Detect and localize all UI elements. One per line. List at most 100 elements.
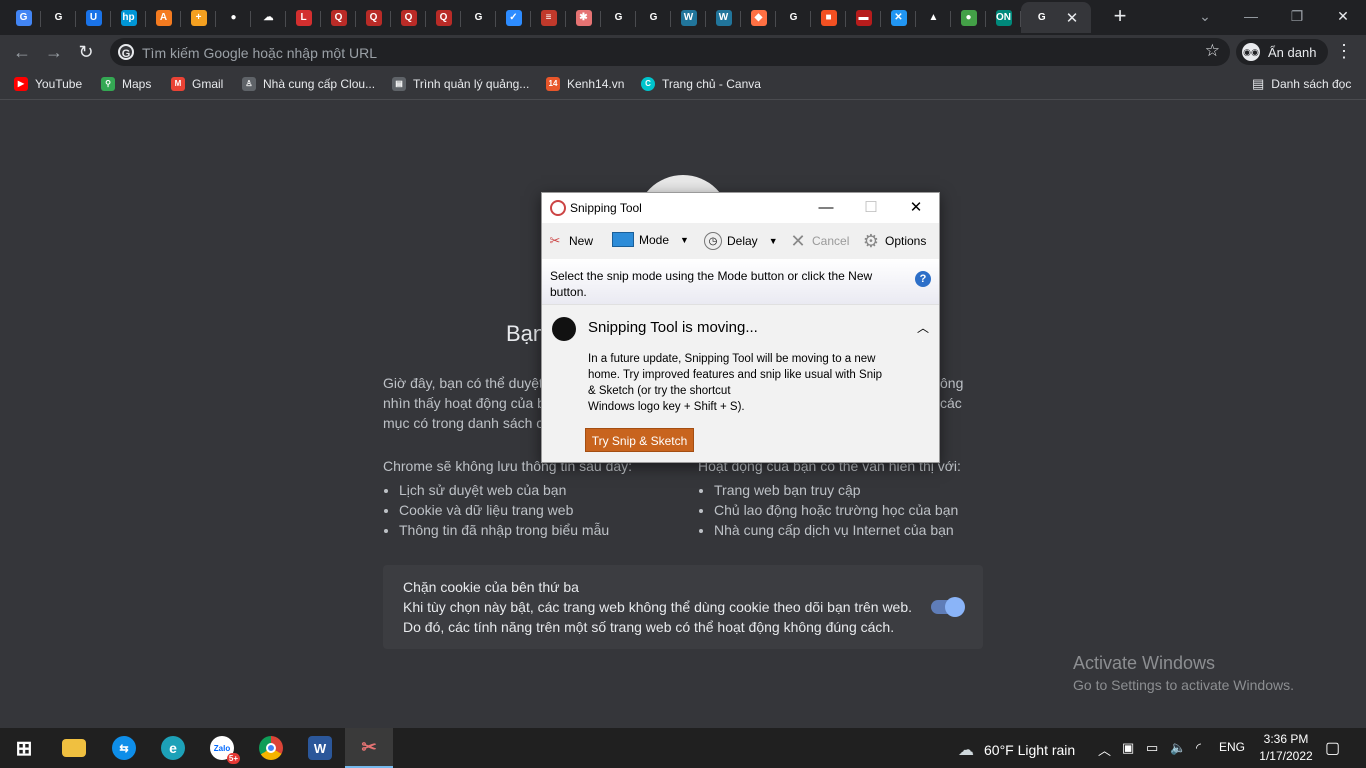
scissors-icon: ✂ — [549, 233, 561, 248]
close-tab-icon[interactable]: ✕ — [1066, 9, 1079, 27]
bookmark-gmail[interactable]: M Gmail — [171, 75, 223, 93]
tab[interactable]: G — [776, 2, 811, 33]
edge-button[interactable]: e — [149, 728, 197, 768]
q-icon: Q — [330, 9, 347, 26]
tab[interactable]: ▬ — [846, 2, 881, 33]
window-title: Snipping Tool — [570, 201, 642, 215]
reading-list-button[interactable]: ▤ Danh sách đọc — [1252, 75, 1351, 93]
tab[interactable]: ON — [986, 2, 1021, 33]
google-icon: G — [54, 12, 63, 23]
close-window-button[interactable]: ✕ — [1320, 4, 1366, 28]
maximize-button[interactable]: ☐ — [849, 196, 893, 220]
tab[interactable]: ■ — [811, 2, 846, 33]
bookmark-kenh14[interactable]: 14 Kenh14.vn — [546, 75, 624, 93]
chevron-up-icon[interactable]: ︿ — [917, 319, 929, 336]
notification-badge: 5+ — [226, 753, 240, 764]
moving-title: Snipping Tool is moving... — [588, 319, 758, 336]
weather-widget[interactable]: ☁ 60°F Light rain — [958, 740, 1075, 760]
bookmark-ads-manager[interactable]: ▤ Trình quản lý quảng... — [392, 75, 529, 93]
word-button[interactable]: W — [296, 728, 344, 768]
cookie-description: Khi tùy chọn này bật, các trang web khôn… — [403, 599, 913, 615]
minimize-button[interactable]: — — [804, 196, 848, 220]
tab[interactable]: Q — [356, 2, 391, 33]
back-icon[interactable]: ← — [8, 39, 36, 65]
clock-date[interactable]: 1/17/2022 — [1254, 749, 1318, 763]
notification-center-icon[interactable]: ▢ — [1325, 738, 1340, 758]
intro-text: Giờ đây, bạn có thể duyệt nhìn thấy hoạt… — [383, 375, 545, 431]
tab[interactable]: U — [76, 2, 111, 33]
tab[interactable]: hp — [111, 2, 146, 33]
tab[interactable]: G — [636, 2, 671, 33]
chevron-up-icon[interactable]: ︿ — [1098, 740, 1111, 759]
teamviewer-button[interactable]: ⇆ — [100, 728, 148, 768]
tab[interactable]: W — [671, 2, 706, 33]
zalo-button[interactable]: Zalo 5+ — [198, 728, 246, 768]
wordpress-icon: W — [715, 9, 732, 26]
clock-time[interactable]: 3:36 PM — [1260, 732, 1312, 746]
meet-now-icon[interactable]: ▣ — [1122, 740, 1134, 756]
may-be-visible-list: Trang web bạn truy cập Chủ lao động hoặc… — [698, 480, 958, 540]
chevron-down-icon[interactable]: ▼ — [769, 236, 778, 246]
bookmark-cloud-provider[interactable]: ♙ Nhà cung cấp Clou... — [242, 75, 375, 93]
wifi-icon[interactable]: ◜ — [1196, 740, 1201, 756]
file-explorer-button[interactable] — [50, 728, 98, 768]
tab[interactable]: ● — [216, 2, 251, 33]
minimize-button[interactable]: — — [1228, 4, 1274, 28]
bookmark-maps[interactable]: ⚲ Maps — [101, 75, 151, 93]
edge-icon: e — [161, 736, 185, 760]
tab[interactable]: G — [41, 2, 76, 33]
tab[interactable]: Q — [391, 2, 426, 33]
red-bar-icon: ▬ — [855, 9, 872, 26]
tab[interactable]: G — [6, 2, 41, 33]
tab[interactable]: ☁ — [251, 2, 286, 33]
address-bar[interactable]: G Tìm kiếm Google hoặc nhập một URL ☆ — [110, 38, 1230, 66]
chevron-down-icon[interactable]: ▼ — [680, 235, 689, 245]
tab[interactable]: G — [601, 2, 636, 33]
snipping-tool-titlebar[interactable]: Snipping Tool — ☐ ✕ — [542, 193, 939, 223]
incognito-badge[interactable]: ◉◉ Ẩn danh — [1236, 39, 1328, 65]
menu-icon[interactable]: ⋮ — [1334, 41, 1354, 62]
tab[interactable]: ▲ — [916, 2, 951, 33]
bookmark-youtube[interactable]: ▶ YouTube — [14, 75, 82, 93]
volume-icon[interactable]: 🔈 — [1170, 740, 1186, 756]
person-green-icon: ● — [960, 9, 977, 26]
block-cookies-toggle[interactable] — [931, 597, 965, 617]
intro-text-right: ông các — [940, 375, 964, 411]
new-snip-button[interactable]: ✂ New — [546, 232, 593, 250]
mode-button[interactable]: Mode ▼ — [612, 232, 689, 247]
tab[interactable]: Q — [321, 2, 356, 33]
bookmark-canva[interactable]: C Trang chủ - Canva — [641, 75, 761, 93]
start-button[interactable]: ⊞ — [0, 728, 48, 768]
tab[interactable]: ◆ — [741, 2, 776, 33]
restore-button[interactable]: ❐ — [1274, 4, 1320, 28]
reload-icon[interactable]: ↻ — [72, 39, 100, 65]
tab[interactable]: W — [706, 2, 741, 33]
tab[interactable]: Q — [426, 2, 461, 33]
options-button[interactable]: ⚙ Options — [862, 231, 926, 251]
tab[interactable]: A — [146, 2, 181, 33]
new-tab-button[interactable]: + — [1108, 4, 1132, 28]
list-item: Cookie và dữ liệu trang web — [399, 500, 609, 520]
tab-search-button[interactable]: ⌄ — [1182, 4, 1228, 28]
battery-icon[interactable]: ▭ — [1146, 740, 1158, 756]
tab[interactable]: + — [181, 2, 216, 33]
snipping-tool-taskbar-button[interactable]: ✂ — [345, 728, 393, 768]
help-icon[interactable]: ? — [915, 271, 931, 287]
tab[interactable]: ● — [951, 2, 986, 33]
tab[interactable]: ✓ — [496, 2, 531, 33]
tab[interactable]: G — [461, 2, 496, 33]
cancel-button[interactable]: ✕ Cancel — [789, 231, 849, 251]
chrome-button[interactable] — [247, 728, 295, 768]
try-snip-sketch-button[interactable]: Try Snip & Sketch — [585, 428, 694, 452]
tab[interactable]: L — [286, 2, 321, 33]
bookmark-star-icon[interactable]: ☆ — [1205, 41, 1220, 61]
tab[interactable]: ✱ — [566, 2, 601, 33]
tab[interactable]: G ✕ — [1021, 2, 1091, 33]
delay-button[interactable]: ◷ Delay ▼ — [704, 232, 778, 250]
close-button[interactable]: ✕ — [894, 196, 938, 220]
tab[interactable]: ✕ — [881, 2, 916, 33]
tab[interactable]: ≡ — [531, 2, 566, 33]
gear-red-icon: ✱ — [575, 9, 592, 26]
language-indicator[interactable]: ENG — [1219, 740, 1245, 754]
forward-icon[interactable]: → — [40, 39, 68, 65]
